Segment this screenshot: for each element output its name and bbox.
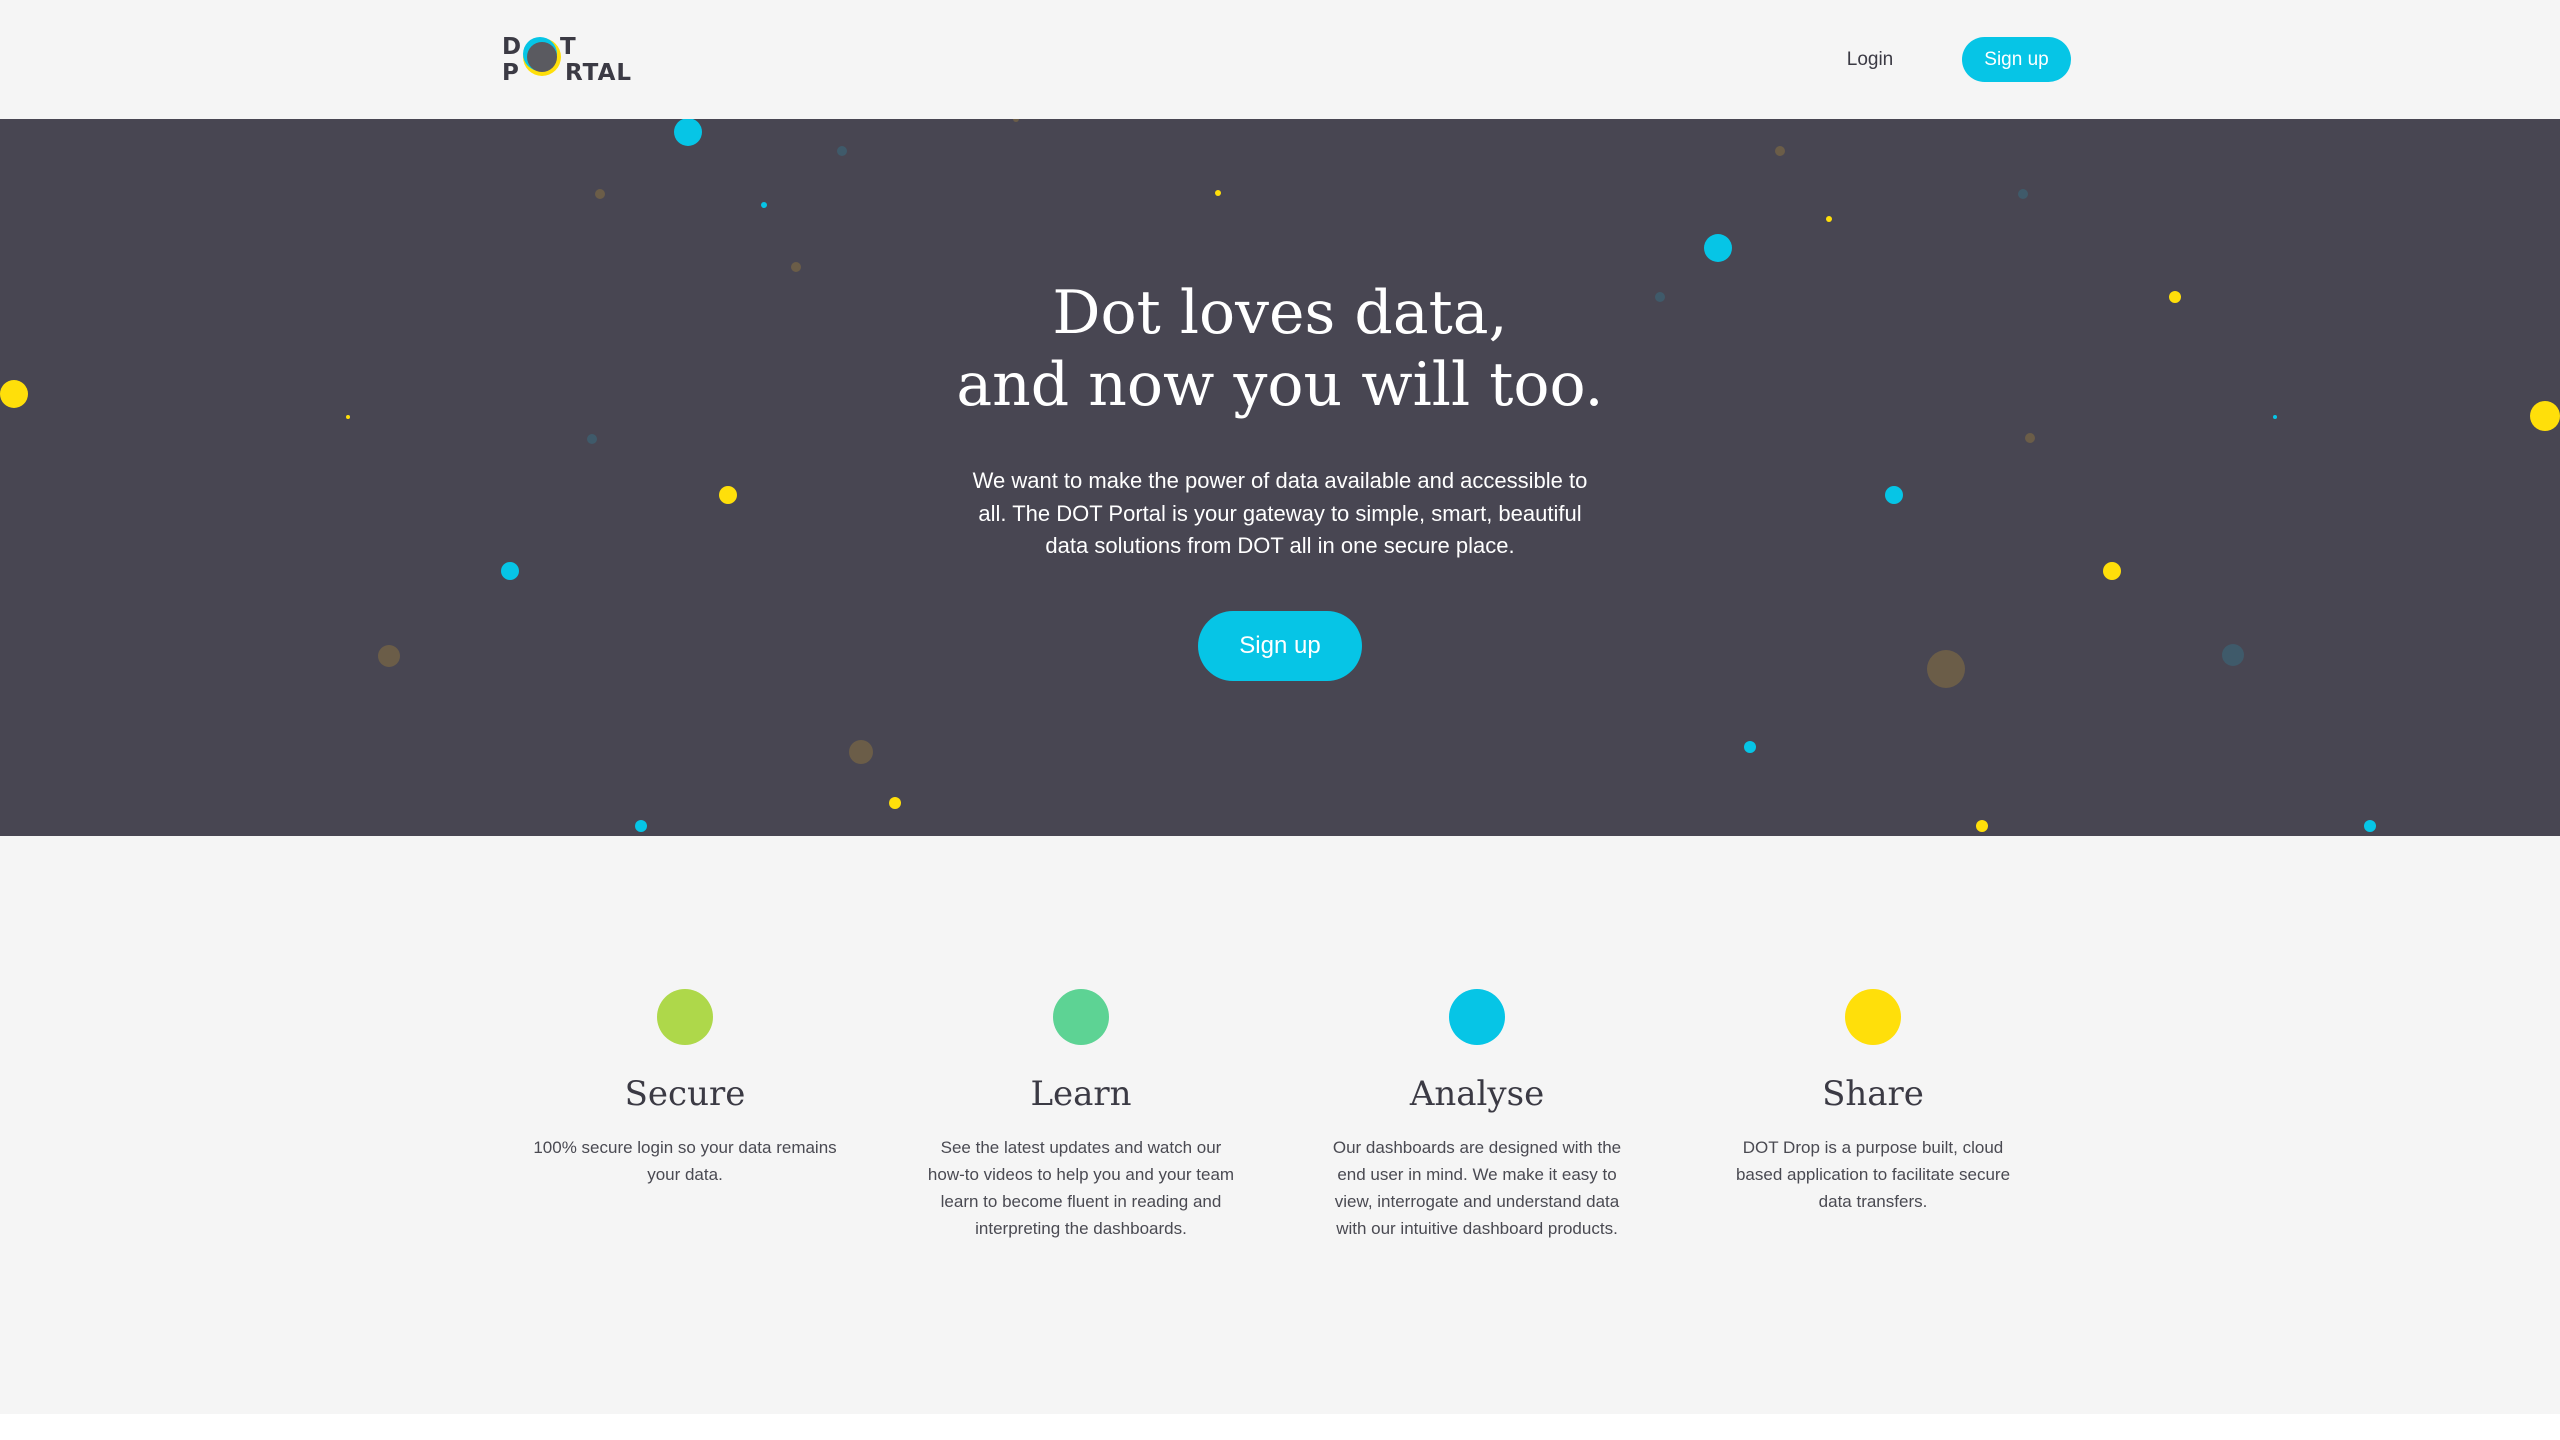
- hero-heading-line-2: and now you will too.: [956, 350, 1604, 420]
- feature-title: Learn: [1030, 1074, 1132, 1114]
- logo-letter-d: D: [502, 34, 524, 60]
- hero-heading-line-1: Dot loves data,: [1052, 278, 1508, 348]
- header-signup-button[interactable]: Sign up: [1962, 37, 2071, 82]
- hero-heading: Dot loves data, and now you will too.: [780, 277, 1780, 421]
- share-dot-icon: [1845, 989, 1901, 1045]
- hero-signup-button[interactable]: Sign up: [1198, 611, 1362, 681]
- secure-dot-icon: [657, 989, 713, 1045]
- features-section: Secure 100% secure login so your data re…: [0, 836, 2560, 1414]
- feature-description: See the latest updates and watch our how…: [927, 1138, 1235, 1238]
- learn-dot-icon: [1053, 989, 1109, 1045]
- feature-title: Secure: [624, 1074, 746, 1114]
- dot-portal-logo[interactable]: D T P RTAL: [502, 36, 632, 86]
- logo-dot-icon: [523, 37, 561, 76]
- feature-title: Analyse: [1409, 1074, 1545, 1114]
- hero-section: Dot loves data, and now you will too. We…: [0, 119, 2560, 836]
- logo-letter-p: P: [502, 60, 521, 86]
- feature-description: Our dashboards are designed with the end…: [1332, 1138, 1622, 1238]
- login-link[interactable]: Login: [1830, 44, 1910, 76]
- logo-letter-t: T: [560, 34, 578, 60]
- feature-title: Share: [1822, 1074, 1924, 1114]
- feature-description: DOT Drop is a purpose built, cloud based…: [1735, 1138, 2011, 1211]
- logo-letters-rtal: RTAL: [565, 60, 633, 86]
- feature-description: 100% secure login so your data remains y…: [533, 1138, 837, 1184]
- analyse-dot-icon: [1449, 989, 1505, 1045]
- page-footer-strip: [0, 1414, 2560, 1440]
- site-header: D T P RTAL Login Sign up: [0, 0, 2560, 119]
- hero-description: We want to make the power of data availa…: [972, 468, 1588, 558]
